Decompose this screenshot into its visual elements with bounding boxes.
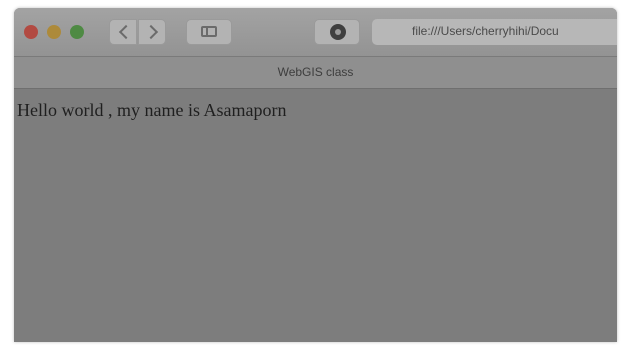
chevron-right-icon <box>143 24 159 40</box>
minimize-window-button[interactable] <box>47 25 61 39</box>
tab-bar: WebGIS class <box>14 56 617 89</box>
sidebar-icon <box>201 26 217 37</box>
chevron-left-icon <box>118 24 134 40</box>
page-text: Hello world , my name is Asamaporn <box>17 100 287 120</box>
tab-title[interactable]: WebGIS class <box>14 65 617 79</box>
forward-button[interactable] <box>138 19 166 45</box>
extension-icon <box>330 24 346 40</box>
sidebar-toggle-button[interactable] <box>186 19 232 45</box>
browser-window: file:///Users/cherryhihi/Docu WebGIS cla… <box>14 8 617 342</box>
zoom-window-button[interactable] <box>70 25 84 39</box>
close-window-button[interactable] <box>24 25 38 39</box>
back-button[interactable] <box>109 19 137 45</box>
page-content: Hello world , my name is Asamaporn <box>14 89 617 342</box>
address-bar[interactable]: file:///Users/cherryhihi/Docu <box>372 19 617 45</box>
address-text: file:///Users/cherryhihi/Docu <box>412 24 559 38</box>
toolbar: file:///Users/cherryhihi/Docu <box>14 8 617 56</box>
extension-button[interactable] <box>314 19 360 45</box>
